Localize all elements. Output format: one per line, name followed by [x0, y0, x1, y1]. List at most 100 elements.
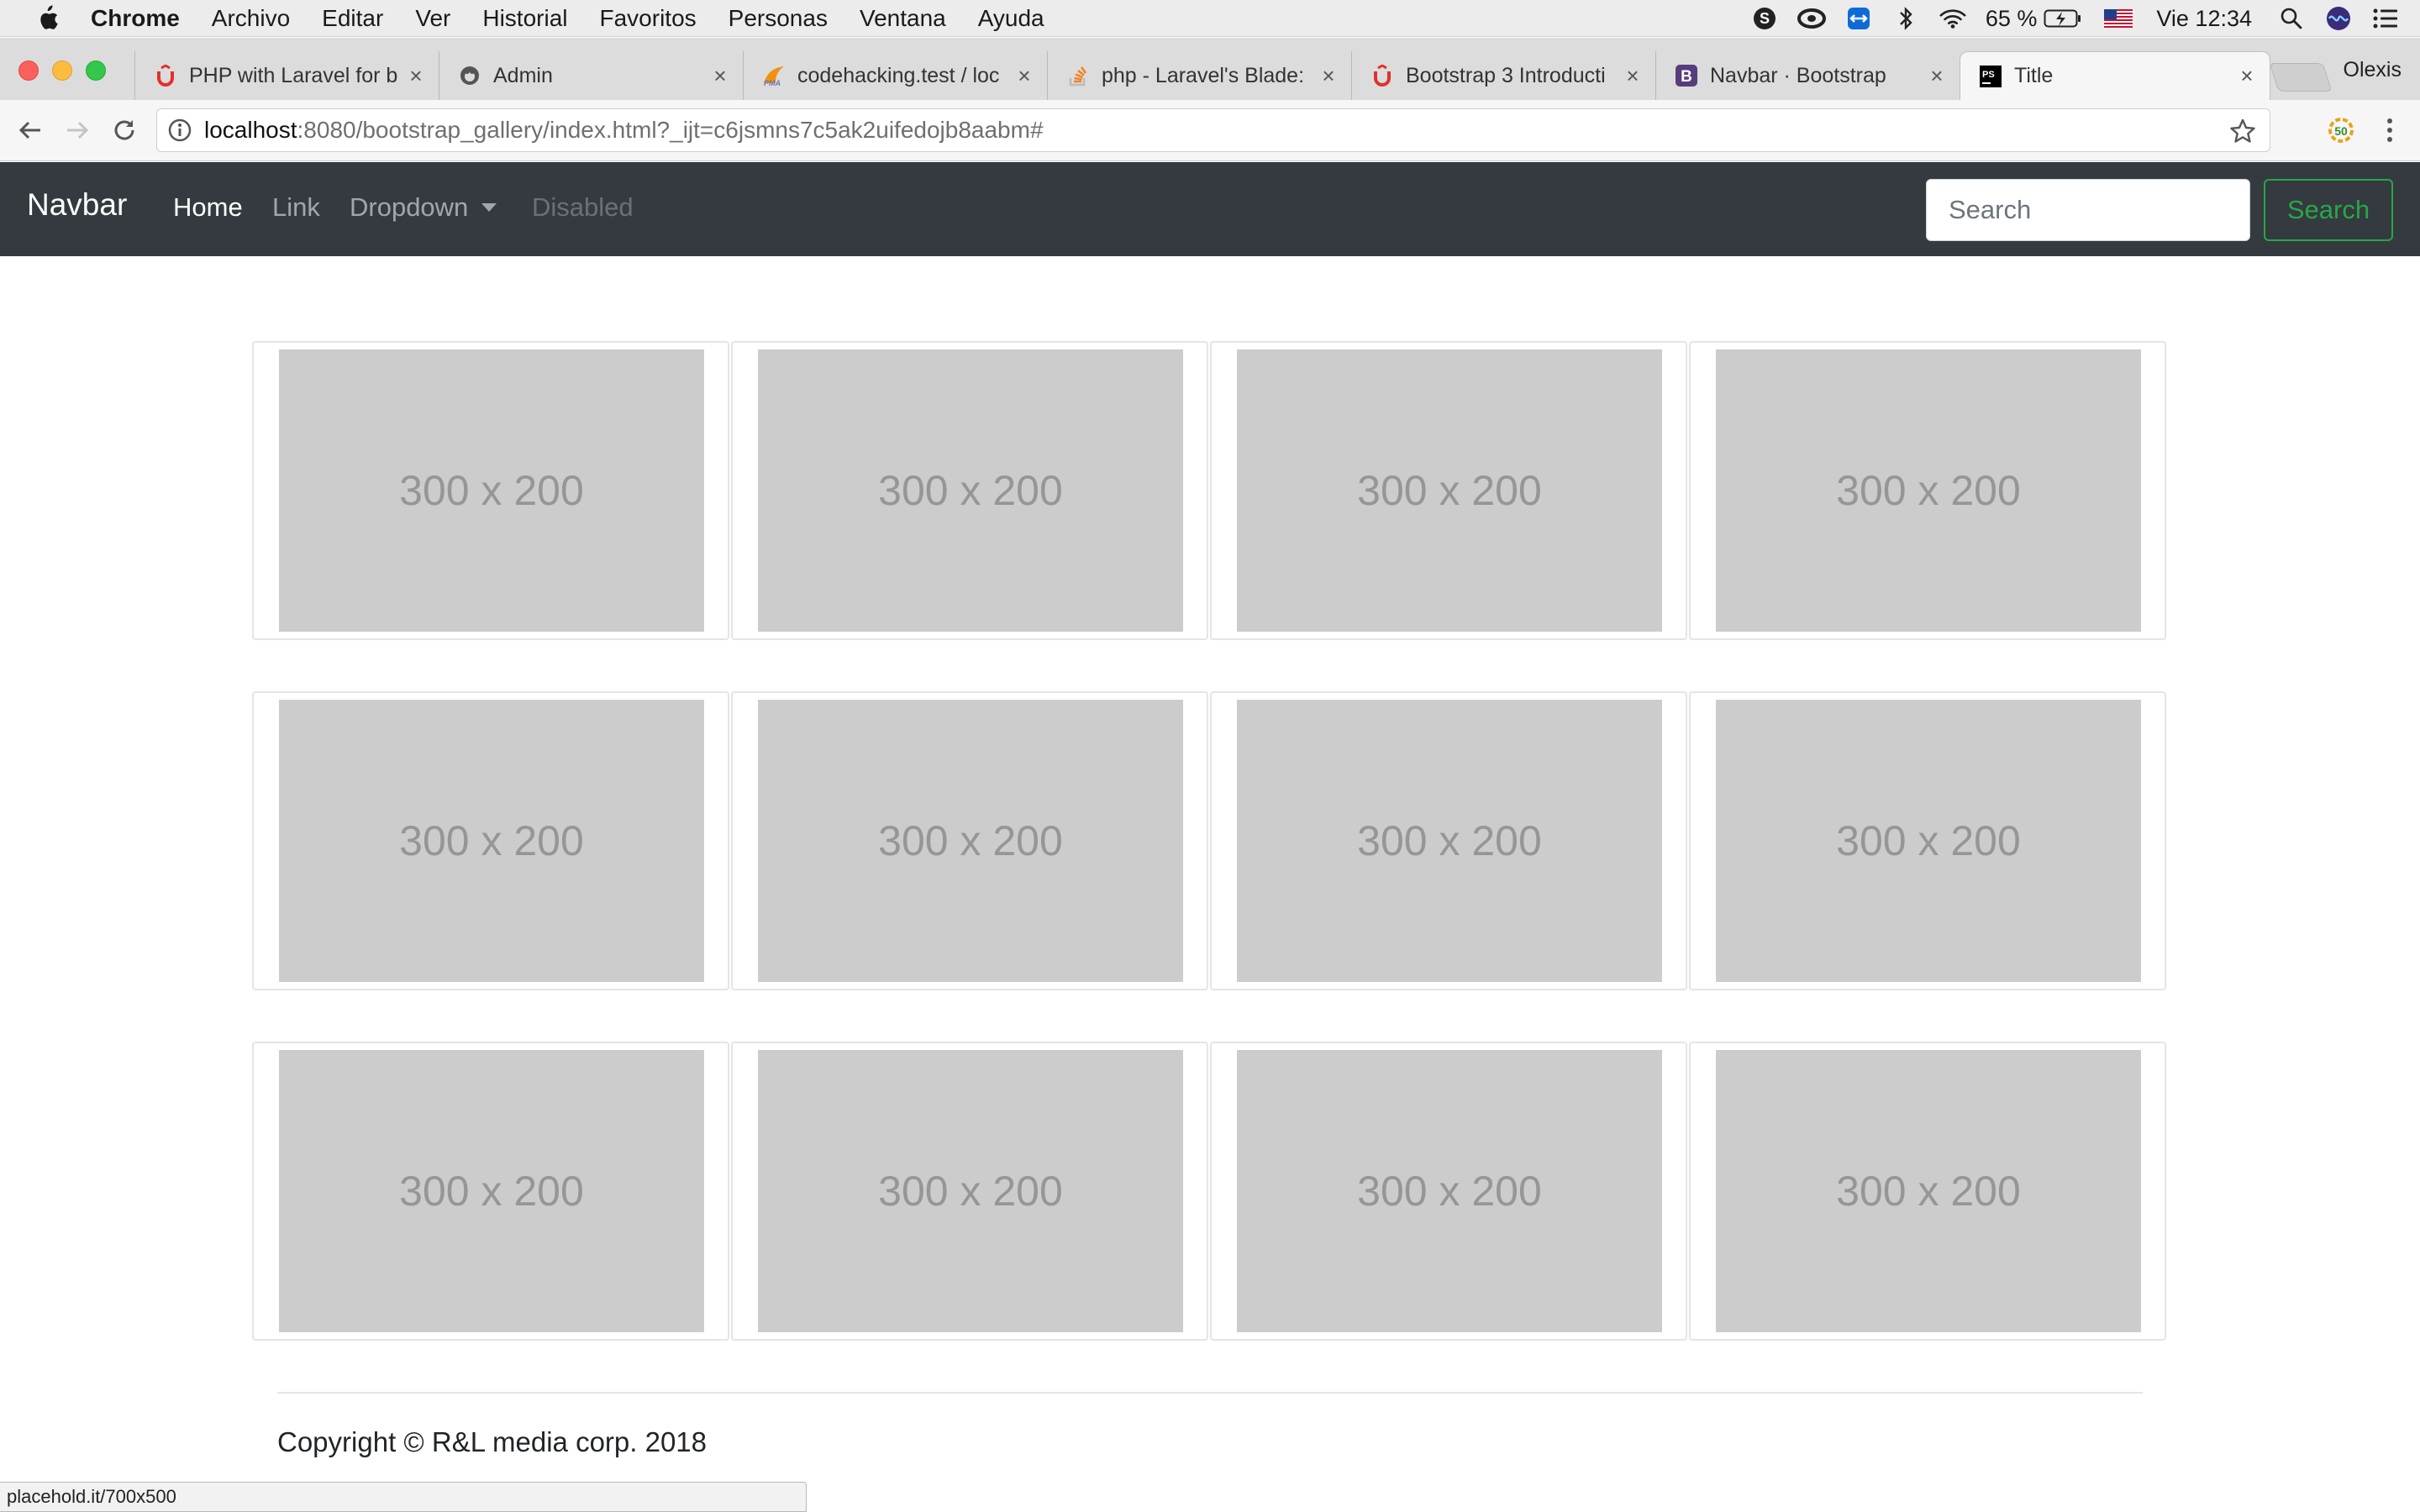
gallery-thumbnail[interactable]: 300 x 200: [252, 1042, 729, 1341]
minimize-window-button[interactable]: [52, 60, 72, 81]
tab-stackoverflow[interactable]: php - Laravel's Blade: ×: [1047, 51, 1351, 100]
menu-favoritos[interactable]: Favoritos: [600, 5, 697, 32]
tab-php-laravel[interactable]: PHP with Laravel for b ×: [134, 51, 439, 100]
wifi-icon[interactable]: [1939, 4, 1967, 33]
phpstorm-icon: PS: [1979, 65, 2002, 88]
gallery-thumbnail[interactable]: 300 x 200: [1210, 1042, 1687, 1341]
skype-icon[interactable]: S: [1750, 4, 1779, 33]
bookmark-star-icon[interactable]: [2229, 118, 2256, 144]
bluetooth-icon[interactable]: [1891, 4, 1920, 33]
siri-icon[interactable]: [2324, 4, 2353, 33]
gallery-thumbnail[interactable]: 300 x 200: [1689, 1042, 2166, 1341]
placeholder-image: 300 x 200: [1716, 1050, 2141, 1332]
placeholder-image: 300 x 200: [1237, 349, 1662, 632]
tab-title: Admin: [493, 63, 553, 87]
placeholder-image: 300 x 200: [758, 1050, 1183, 1332]
url-path: :8080/bootstrap_gallery/index.html?_ijt=…: [297, 117, 1044, 143]
placeholder-image: 300 x 200: [1237, 700, 1662, 982]
gallery-thumbnail[interactable]: 300 x 200: [731, 341, 1208, 640]
notification-center-icon[interactable]: [2371, 4, 2400, 33]
site-info-icon[interactable]: [167, 118, 192, 143]
stackoverflow-icon: [1066, 64, 1090, 87]
close-tab-icon[interactable]: ×: [405, 63, 427, 89]
gallery-thumbnail[interactable]: 300 x 200: [731, 1042, 1208, 1341]
placeholder-image: 300 x 200: [279, 349, 704, 632]
gallery-thumbnail[interactable]: 300 x 200: [1689, 341, 2166, 640]
battery-charging-icon[interactable]: [2044, 4, 2082, 33]
svg-text:PS: PS: [1982, 70, 1995, 80]
browser-toolbar: localhost:8080/bootstrap_gallery/index.h…: [0, 100, 2420, 161]
url-host: localhost: [204, 117, 297, 143]
gallery-thumbnail[interactable]: 300 x 200: [1689, 691, 2166, 990]
close-tab-icon[interactable]: ×: [1318, 63, 1339, 89]
us-flag-icon[interactable]: [2104, 4, 2133, 33]
chevron-down-icon: [481, 202, 497, 212]
tab-admin[interactable]: Admin ×: [439, 51, 743, 100]
forward-button[interactable]: [60, 113, 94, 147]
udemy-icon: [1370, 64, 1394, 87]
footer-divider: [277, 1392, 2143, 1394]
gallery-thumbnail[interactable]: 300 x 200: [252, 691, 729, 990]
creative-cloud-icon[interactable]: [1797, 4, 1826, 33]
chrome-menu-icon[interactable]: [2375, 115, 2405, 145]
close-tab-icon[interactable]: ×: [2236, 63, 2258, 89]
placeholder-image: 300 x 200: [279, 1050, 704, 1332]
placeholder-image: 300 x 200: [1237, 1050, 1662, 1332]
menu-personas[interactable]: Personas: [729, 5, 828, 32]
tab-bootstrap3[interactable]: Bootstrap 3 Introducti ×: [1351, 51, 1655, 100]
close-tab-icon[interactable]: ×: [1013, 63, 1035, 89]
menu-ver[interactable]: Ver: [415, 5, 450, 32]
menu-app-chrome[interactable]: Chrome: [91, 5, 180, 32]
reload-button[interactable]: [108, 113, 141, 147]
status-area: S 65 % Vie 12:34: [1732, 0, 2420, 37]
teamviewer-icon[interactable]: [1844, 4, 1873, 33]
menubar-clock[interactable]: Vie 12:34: [2156, 6, 2252, 32]
placeholder-image: 300 x 200: [1716, 349, 2141, 632]
nav-link[interactable]: Link: [272, 192, 320, 223]
maximize-window-button[interactable]: [86, 60, 106, 81]
gallery-thumbnail[interactable]: 300 x 200: [731, 691, 1208, 990]
profile-name[interactable]: Olexis: [2344, 58, 2402, 82]
apple-logo-icon[interactable]: [34, 3, 60, 34]
address-bar[interactable]: localhost:8080/bootstrap_gallery/index.h…: [156, 108, 2270, 152]
search-button[interactable]: Search: [2264, 179, 2393, 241]
menu-historial[interactable]: Historial: [482, 5, 567, 32]
nav-dropdown[interactable]: Dropdown: [350, 192, 497, 223]
placeholder-image: 300 x 200: [758, 700, 1183, 982]
menu-editar[interactable]: Editar: [322, 5, 383, 32]
close-window-button[interactable]: [18, 60, 39, 81]
menu-archivo[interactable]: Archivo: [212, 5, 290, 32]
tab-title: php - Laravel's Blade:: [1102, 63, 1305, 87]
footer-copyright: Copyright © R&L media corp. 2018: [277, 1426, 708, 1457]
nav-home[interactable]: Home: [173, 192, 243, 223]
gallery-thumbnail[interactable]: 300 x 200: [252, 341, 729, 640]
tab-title: Navbar · Bootstrap: [1710, 63, 1886, 87]
menu-ayuda[interactable]: Ayuda: [978, 5, 1044, 32]
gallery-thumbnail[interactable]: 300 x 200: [1210, 341, 1687, 640]
spotlight-search-icon[interactable]: [2277, 4, 2306, 33]
placeholder-image: 300 x 200: [279, 700, 704, 982]
tab-navbar-bootstrap[interactable]: B Navbar · Bootstrap ×: [1655, 51, 1960, 100]
browser-tab-strip: PHP with Laravel for b × Admin × PMA cod…: [0, 38, 2420, 100]
placeholder-image: 300 x 200: [1716, 700, 2141, 982]
close-tab-icon[interactable]: ×: [1622, 63, 1644, 89]
new-tab-button[interactable]: [2269, 63, 2333, 92]
extension-icon[interactable]: 50: [2326, 115, 2356, 145]
menu-ventana[interactable]: Ventana: [860, 5, 946, 32]
close-tab-icon[interactable]: ×: [709, 63, 731, 89]
svg-text:S: S: [1760, 10, 1770, 27]
battery-percent: 65 %: [1985, 5, 2038, 31]
navbar-brand[interactable]: Navbar: [27, 187, 127, 223]
search-input[interactable]: [1926, 179, 2250, 241]
placeholder-image: 300 x 200: [758, 349, 1183, 632]
close-tab-icon[interactable]: ×: [1926, 63, 1948, 89]
gallery-thumbnail[interactable]: 300 x 200: [1210, 691, 1687, 990]
macos-menu-bar: Chrome Archivo Editar Ver Historial Favo…: [0, 0, 2420, 37]
tab-title-active[interactable]: PS Title ×: [1960, 51, 2270, 100]
back-button[interactable]: [13, 113, 47, 147]
tab-title: Title: [2014, 64, 2054, 87]
tab-codehacking[interactable]: PMA codehacking.test / loc ×: [743, 51, 1047, 100]
udemy-icon: [154, 64, 177, 87]
tab-title: codehacking.test / loc: [797, 63, 1000, 87]
nav-disabled: Disabled: [532, 192, 634, 222]
